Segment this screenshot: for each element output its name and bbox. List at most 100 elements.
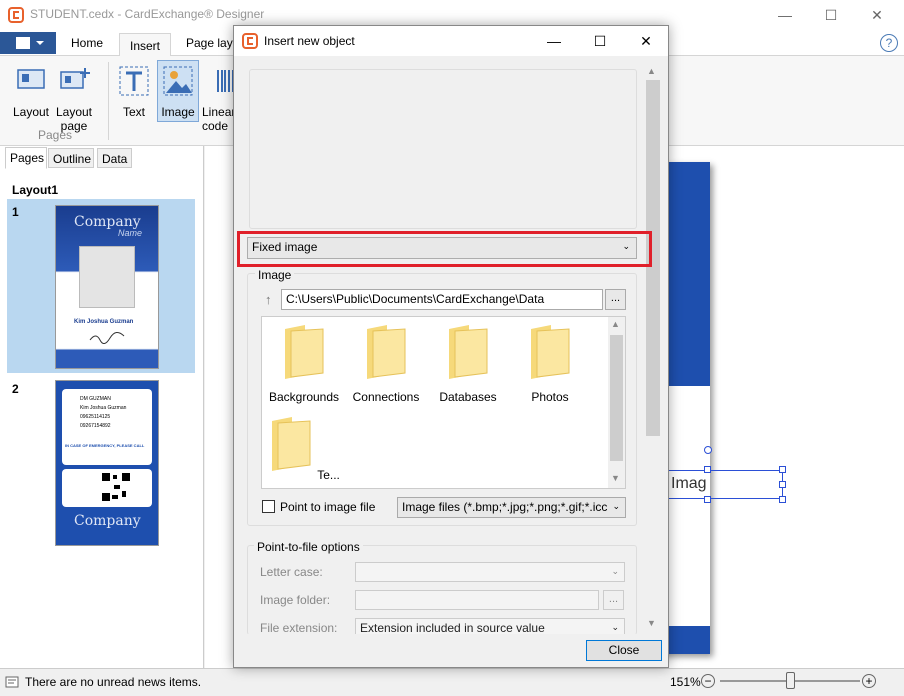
dialog-minimize-button[interactable]: — <box>531 26 577 56</box>
help-icon[interactable]: ? <box>880 34 898 52</box>
folder-icon <box>449 325 488 379</box>
image-group-label: Image <box>255 268 295 282</box>
image-tool-icon <box>163 66 193 96</box>
tab-data[interactable]: Data <box>97 148 132 168</box>
point-to-file-label: Point to image file <box>280 500 376 514</box>
list-scroll-down-icon[interactable]: ▼ <box>611 473 620 483</box>
folder-label: Photos <box>531 390 569 404</box>
card-back-line4: 09267154892 <box>80 423 111 429</box>
layout-page-icon <box>60 68 90 89</box>
card-name-script: Name <box>118 228 143 238</box>
layout-page-button[interactable]: Layout page <box>54 64 94 133</box>
path-input[interactable]: C:\Users\Public\Documents\CardExchange\D… <box>281 289 603 310</box>
resize-handle-right[interactable] <box>779 481 786 488</box>
folder-list-scrollbar[interactable]: ▲ ▼ <box>608 317 625 488</box>
image-button[interactable]: Image <box>157 60 199 122</box>
image-label: Image <box>161 105 195 119</box>
tab-insert[interactable]: Insert <box>119 33 172 57</box>
minimize-button[interactable]: — <box>762 0 808 30</box>
dialog-close-x-button[interactable]: ✕ <box>623 26 669 56</box>
file-menu-button[interactable] <box>0 32 56 54</box>
image-object-placeholder[interactable]: Imag <box>668 470 783 499</box>
object-type-value: Fixed image <box>252 240 318 254</box>
linear-code-button[interactable]: Linear code <box>202 64 236 133</box>
card-back-thumbnail[interactable]: DM GUZMAN Kim Joshua Guzman 09625114125 … <box>55 380 159 546</box>
layout-button[interactable]: Layout <box>10 64 52 119</box>
image-folder-browse-button[interactable]: ... <box>603 590 624 610</box>
folder-item-connections[interactable]: Connections <box>346 323 426 404</box>
linear-code-label: Linear code <box>202 105 236 133</box>
letter-case-select[interactable]: ⌄ <box>355 562 625 582</box>
letter-case-label: Letter case: <box>260 565 323 579</box>
file-extension-value: Extension included in source value <box>360 621 545 635</box>
folder-item-databases[interactable]: Databases <box>428 323 508 404</box>
text-button[interactable]: Text <box>116 64 152 119</box>
status-bar: There are no unread news items. 151% − + <box>0 668 904 696</box>
point-to-file-checkbox[interactable] <box>262 500 275 513</box>
tab-page-layout[interactable]: Page layo <box>186 36 239 50</box>
image-folder-label: Image folder: <box>260 593 331 607</box>
resize-handle-top[interactable] <box>704 466 711 473</box>
list-scroll-up-icon[interactable]: ▲ <box>611 319 620 329</box>
path-value: C:\Users\Public\Documents\CardExchange\D… <box>286 292 545 306</box>
chevron-down-icon: ⌄ <box>622 241 630 251</box>
resize-handle-top-right[interactable] <box>779 466 786 473</box>
dialog-logo-icon <box>242 33 258 49</box>
window-title: STUDENT.cedx - CardExchange® Designer <box>30 7 265 21</box>
layout-name: Layout1 <box>12 183 59 197</box>
tab-pages[interactable]: Pages <box>5 147 47 169</box>
folder-item-templates[interactable]: Te... <box>264 415 344 487</box>
card-back-info-box: DM GUZMAN Kim Joshua Guzman 09625114125 … <box>62 389 152 465</box>
card-photo-placeholder <box>79 246 135 308</box>
folder-list[interactable]: ▲ ▼ Backgrounds Connections Databases Ph… <box>261 316 626 489</box>
zoom-slider-thumb[interactable] <box>786 672 795 689</box>
image-preview-area <box>249 69 637 229</box>
page-number-1: 1 <box>12 205 19 219</box>
page-number-2: 2 <box>12 382 19 396</box>
file-menu-icon <box>16 37 44 49</box>
zoom-in-button[interactable]: + <box>862 674 876 688</box>
letter-case-chevron-icon: ⌄ <box>611 566 619 576</box>
scroll-down-icon[interactable]: ▼ <box>647 618 656 628</box>
rotate-handle[interactable] <box>704 446 712 454</box>
insert-object-dialog: Insert new object — ☐ ✕ ▲ ▼ Fixed image … <box>233 25 669 668</box>
folder-icon <box>272 417 311 471</box>
browse-button[interactable]: ... <box>605 289 626 310</box>
image-folder-input[interactable] <box>355 590 599 610</box>
folder-icon <box>285 325 324 379</box>
card-back-qr-box <box>62 469 152 507</box>
tab-outline[interactable]: Outline <box>48 148 94 168</box>
scroll-up-icon[interactable]: ▲ <box>647 66 656 76</box>
dialog-scrollbar[interactable]: ▲ ▼ <box>644 60 662 636</box>
filter-chevron-down-icon: ⌄ <box>612 501 620 512</box>
card-back-line3: 09625114125 <box>80 414 111 420</box>
qr-code-icon <box>100 471 132 503</box>
maximize-button[interactable]: ☐ <box>808 0 854 30</box>
card-person-name: Kim Joshua Guzman <box>74 319 134 325</box>
image-placeholder-text: Imag <box>671 475 707 492</box>
text-label: Text <box>122 105 145 119</box>
object-type-select[interactable]: Fixed image ⌄ <box>247 237 637 259</box>
file-filter-value: Image files (*.bmp;*.jpg;*.png;*.gif;*.i… <box>402 500 608 514</box>
dialog-titlebar: Insert new object — ☐ ✕ <box>234 26 668 56</box>
list-scroll-thumb[interactable] <box>610 335 623 461</box>
folder-item-photos[interactable]: Photos <box>510 323 590 404</box>
resize-handle-bottom[interactable] <box>704 496 711 503</box>
card-back-line1: DM GUZMAN <box>80 396 111 402</box>
zoom-out-button[interactable]: − <box>701 674 715 688</box>
close-button[interactable]: Close <box>586 640 662 661</box>
zoom-level-text: 151% <box>670 675 701 689</box>
ribbon-separator <box>108 62 109 140</box>
folder-icon <box>531 325 570 379</box>
layout-icon <box>17 69 45 89</box>
close-window-button[interactable]: ✕ <box>854 0 900 30</box>
tab-home[interactable]: Home <box>71 36 103 50</box>
group-label-pages: Pages <box>38 128 73 142</box>
dialog-maximize-button[interactable]: ☐ <box>577 26 623 56</box>
up-folder-icon[interactable]: ↑ <box>265 292 272 307</box>
cardexchange-logo-icon <box>8 7 24 23</box>
folder-item-backgrounds[interactable]: Backgrounds <box>264 323 344 404</box>
news-icon <box>5 676 19 688</box>
file-filter-select[interactable]: Image files (*.bmp;*.jpg;*.png;*.gif;*.i… <box>397 497 626 518</box>
resize-handle-bottom-right[interactable] <box>779 496 786 503</box>
